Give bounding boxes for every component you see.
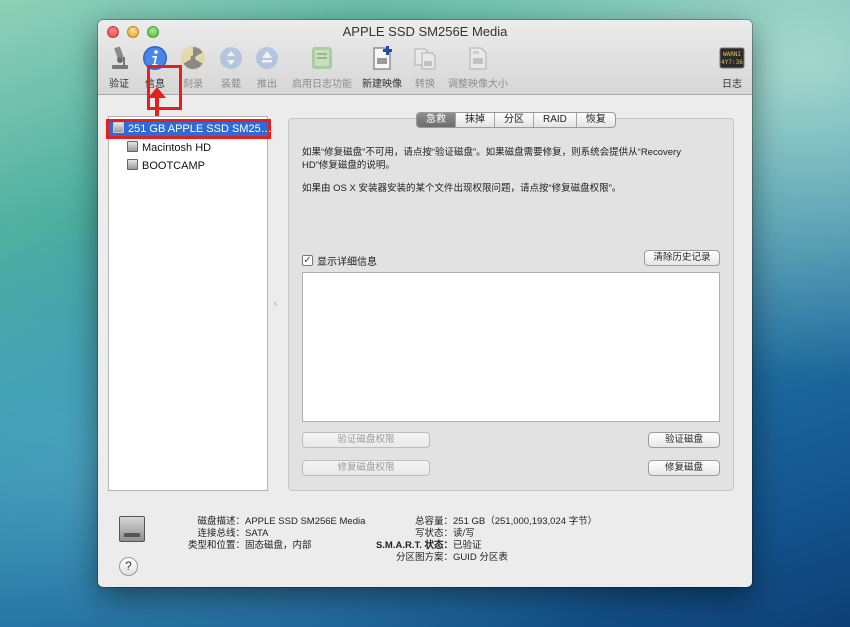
info-partition-scheme: 分区图方案：GUID 分区表: [395, 552, 508, 563]
microscope-icon: [112, 46, 128, 69]
info-capacity: 总容量：251 GB（251,000,193,024 字节）: [414, 516, 598, 527]
tab-first-aid[interactable]: 急救: [417, 113, 456, 127]
first-aid-instructions: 如果“修复磁盘”不可用，请点按“验证磁盘”。如果磁盘需要修复，则系统会提供从“R…: [302, 147, 681, 171]
disk-drive-icon: [119, 516, 145, 542]
show-details-checkbox[interactable]: ✓: [302, 255, 313, 266]
verify-permissions-button[interactable]: 验证磁盘权限: [302, 432, 430, 448]
resize-image-icon: [469, 47, 487, 70]
sidebar-item-label: 251 GB APPLE SSD SM25…: [128, 123, 272, 135]
tab-bar: 急救 抹掉 分区 RAID 恢复: [416, 112, 616, 128]
info-smart-status: S.M.A.R.T. 状态：已验证: [375, 540, 482, 551]
help-button[interactable]: ?: [119, 557, 138, 576]
repair-permissions-button[interactable]: 修复磁盘权限: [302, 460, 430, 476]
show-details-label: 显示详细信息: [317, 257, 377, 268]
show-details-row[interactable]: ✓ 显示详细信息: [302, 253, 377, 268]
verify-label: 验证: [109, 79, 129, 90]
convert-label: 转换: [415, 79, 435, 90]
eject-toolbar-button[interactable]: 推出: [254, 45, 280, 91]
disk-utility-window: APPLE SSD SM256E Media 验证 信息 刻录 装载 推出 启用…: [98, 20, 752, 587]
radiation-icon: [181, 46, 205, 70]
sidebar-item-apple-ssd[interactable]: 251 GB APPLE SSD SM25…: [106, 119, 272, 139]
split-view-handle[interactable]: ‹: [274, 298, 277, 308]
tab-raid[interactable]: RAID: [534, 113, 577, 127]
sidebar-item-label: Macintosh HD: [142, 142, 212, 154]
svg-text:WARNI: WARNI: [723, 51, 741, 58]
new-image-icon: [373, 46, 392, 70]
new-image-label: 新建映像: [362, 79, 402, 90]
disk-info-bar: 磁盘描述：APPLE SSD SM256E Media 连接总线：SATA 类型…: [98, 500, 752, 587]
info-connection-bus: 连接总线：SATA: [197, 528, 269, 539]
info-write-status: 写状态：读/写: [414, 528, 475, 539]
eject-icon: [256, 47, 278, 69]
mount-label: 装载: [221, 79, 241, 90]
eject-label: 推出: [257, 79, 277, 90]
journal-icon: [312, 47, 332, 69]
burn-label: 刻录: [183, 79, 203, 90]
tab-restore[interactable]: 恢复: [577, 113, 615, 127]
enable-journaling-toolbar-button[interactable]: 启用日志功能: [291, 45, 353, 91]
disk-list-sidebar: 251 GB APPLE SSD SM25… Macintosh HD BOOT…: [106, 116, 272, 491]
sidebar-item-bootcamp[interactable]: BOOTCAMP: [127, 159, 205, 177]
info-disk-description: 磁盘描述：APPLE SSD SM256E Media: [197, 516, 366, 527]
tab-erase[interactable]: 抹掉: [456, 113, 495, 127]
titlebar: APPLE SSD SM256E Media 验证 信息 刻录 装载 推出 启用…: [98, 20, 752, 110]
toolbar: 验证 信息 刻录 装载 推出 启用日志功能 新建映像 转换 调整映像大小 WAR…: [106, 45, 752, 110]
mount-icon: [220, 47, 242, 69]
repair-disk-button[interactable]: 修复磁盘: [648, 460, 720, 476]
console-log-icon: WARNI 4Y7:36: [719, 47, 745, 69]
clear-history-button[interactable]: 清除历史记录: [644, 250, 720, 266]
hard-disk-icon: [113, 122, 124, 133]
convert-icon: [414, 48, 436, 70]
info-type-location: 类型和位置：固态磁盘，内部: [187, 540, 312, 551]
log-label: 日志: [722, 79, 742, 90]
first-aid-panel: 急救 抹掉 分区 RAID 恢复 如果“修复磁盘”不可用，请点按“验证磁盘”。如…: [288, 112, 734, 491]
mount-toolbar-button[interactable]: 装载: [218, 45, 244, 91]
permissions-instructions: 如果由 OS X 安装器安装的某个文件出现权限问题，请点按“修复磁盘权限”。: [302, 183, 622, 194]
log-toolbar-button[interactable]: WARNI 4Y7:36 日志: [718, 45, 746, 91]
window-title: APPLE SSD SM256E Media: [342, 24, 508, 39]
volume-icon: [127, 159, 138, 170]
sidebar-item-label: BOOTCAMP: [142, 160, 205, 172]
verify-disk-button[interactable]: 验证磁盘: [648, 432, 720, 448]
burn-toolbar-button[interactable]: 刻录: [178, 45, 208, 91]
convert-toolbar-button[interactable]: 转换: [412, 45, 438, 91]
details-log-area[interactable]: [302, 272, 720, 422]
volume-icon: [127, 141, 138, 152]
tab-partition[interactable]: 分区: [495, 113, 534, 127]
resize-image-label: 调整映像大小: [448, 79, 508, 90]
sidebar-item-macintosh-hd[interactable]: Macintosh HD: [127, 141, 211, 159]
verify-toolbar-button[interactable]: 验证: [106, 45, 132, 91]
enable-journaling-label: 启用日志功能: [292, 79, 352, 90]
svg-text:4Y7:36: 4Y7:36: [721, 59, 743, 66]
resize-image-toolbar-button[interactable]: 调整映像大小: [447, 45, 509, 91]
new-image-toolbar-button[interactable]: 新建映像: [359, 45, 405, 91]
